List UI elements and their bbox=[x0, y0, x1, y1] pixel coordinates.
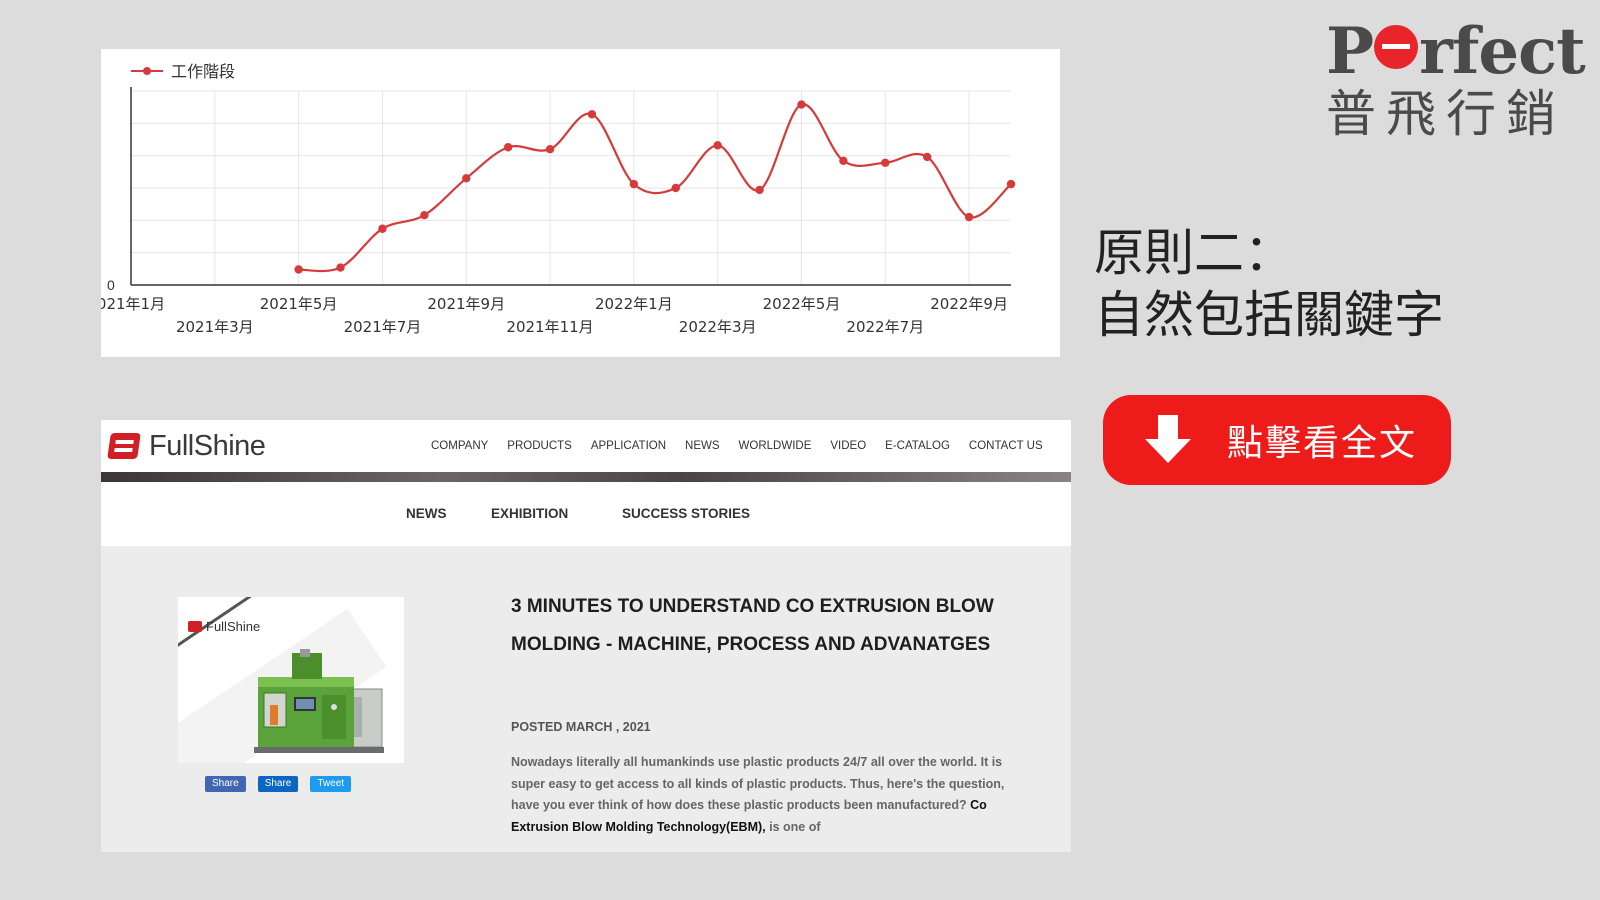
data-point bbox=[545, 145, 555, 154]
article-title[interactable]: 3 MINUTES TO UNDERSTAND CO EXTRUSION BLO… bbox=[511, 588, 1031, 663]
fullshine-website-screenshot: FullShine COMPANY PRODUCTS APPLICATION N… bbox=[101, 420, 1071, 852]
principle-heading: 原則二： 自然包括關鍵字 bbox=[1094, 222, 1514, 346]
x-tick-label: 021年1月 bbox=[101, 295, 165, 313]
brand-e-circle-icon bbox=[1374, 25, 1419, 69]
nav-item-worldwide[interactable]: WORLDWIDE bbox=[739, 440, 812, 452]
x-tick-label: 2021年5月 bbox=[260, 295, 338, 313]
thumbnail-logo: FullShine bbox=[188, 619, 260, 634]
data-point bbox=[629, 179, 639, 189]
read-full-article-button[interactable]: 點擊看全文 bbox=[1103, 395, 1451, 485]
nav-item-e-catalog[interactable]: E-CATALOG bbox=[885, 440, 950, 452]
x-tick-label: 2021年9月 bbox=[427, 295, 505, 313]
social-share-buttons: Share Share Tweet bbox=[205, 776, 363, 792]
nav-item-company[interactable]: COMPANY bbox=[431, 440, 488, 452]
x-tick-label: 2022年3月 bbox=[679, 318, 757, 336]
x-tick-label: 2022年9月 bbox=[930, 295, 1008, 313]
x-tick-label: 2022年5月 bbox=[763, 295, 841, 313]
article-thumbnail[interactable]: FullShine bbox=[178, 597, 404, 763]
data-point bbox=[462, 174, 471, 183]
data-point bbox=[671, 183, 680, 193]
fullshine-logo-text: FullShine bbox=[149, 429, 266, 462]
fullshine-logo[interactable]: FullShine bbox=[107, 426, 266, 466]
subnav-exhibition[interactable]: EXHIBITION bbox=[491, 506, 568, 521]
data-point bbox=[420, 210, 429, 220]
data-point bbox=[713, 141, 722, 150]
principle-subtitle: 自然包括關鍵字 bbox=[1094, 286, 1444, 344]
site-header: FullShine COMPANY PRODUCTS APPLICATION N… bbox=[101, 420, 1071, 472]
fullshine-logo-icon bbox=[107, 433, 141, 459]
legend-label: 工作階段 bbox=[171, 62, 235, 81]
article-excerpt: Nowadays literally all humankinds use pl… bbox=[511, 755, 1005, 834]
x-tick-label: 2021年7月 bbox=[344, 318, 422, 336]
data-point bbox=[922, 152, 932, 162]
principle-title: 原則二： bbox=[1094, 224, 1294, 282]
blow-molding-machine-icon bbox=[254, 649, 384, 753]
nav-item-products[interactable]: PRODUCTS bbox=[507, 440, 572, 452]
brand-chinese-name: 普飛行銷 bbox=[1326, 85, 1566, 143]
data-point bbox=[378, 224, 387, 233]
perfect-brand-logo: Prfect 普飛行銷 bbox=[1326, 14, 1586, 143]
linkedin-share-button[interactable]: Share bbox=[257, 776, 299, 792]
thumbnail-logo-icon bbox=[188, 621, 202, 632]
data-point bbox=[1006, 179, 1016, 189]
read-full-article-label: 點擊看全文 bbox=[1227, 423, 1418, 464]
x-tick-label: 2021年11月 bbox=[506, 318, 593, 336]
x-tick-label: 2022年7月 bbox=[846, 318, 924, 336]
data-point bbox=[755, 185, 764, 195]
nav-item-video[interactable]: VIDEO bbox=[830, 440, 866, 452]
facebook-share-button[interactable]: Share bbox=[205, 776, 246, 792]
site-main-nav: COMPANY PRODUCTS APPLICATION NEWS WORLDW… bbox=[431, 420, 1062, 472]
twitter-tweet-button[interactable]: Tweet bbox=[310, 776, 352, 792]
header-banner-strip bbox=[101, 472, 1071, 482]
nav-item-news[interactable]: NEWS bbox=[685, 440, 720, 452]
x-tick-label: 2022年1月 bbox=[595, 295, 673, 313]
y-tick-label: 0 bbox=[107, 277, 115, 293]
subnav-news[interactable]: NEWS bbox=[406, 506, 447, 521]
data-point bbox=[294, 265, 303, 274]
brand-wordmark: Prfect bbox=[1326, 14, 1586, 89]
article-posted-date: POSTED MARCH , 2021 bbox=[511, 720, 651, 734]
arrow-down-icon bbox=[1145, 415, 1191, 465]
sessions-line-chart: 0 021年1月 2021年5月 2021年9月 2022年1月 2022年5月 2022年… bbox=[101, 62, 1016, 336]
data-point bbox=[587, 110, 597, 119]
data-point bbox=[881, 158, 890, 167]
nav-item-application[interactable]: APPLICATION bbox=[591, 440, 666, 452]
site-sub-nav: NEWS EXHIBITION SUCCESS STORIES bbox=[101, 482, 1071, 546]
legend-marker bbox=[143, 67, 151, 75]
data-point bbox=[964, 212, 974, 222]
data-point bbox=[503, 143, 513, 152]
data-point bbox=[336, 263, 345, 272]
x-tick-label: 2021年3月 bbox=[176, 318, 254, 336]
data-point bbox=[839, 156, 848, 166]
subnav-success-stories[interactable]: SUCCESS STORIES bbox=[622, 506, 750, 521]
data-point bbox=[797, 100, 806, 109]
sessions-chart: 0 021年1月 2021年5月 2021年9月 2022年1月 2022年5月 2022年… bbox=[101, 49, 1060, 357]
nav-item-contact-us[interactable]: CONTACT US bbox=[969, 440, 1043, 452]
